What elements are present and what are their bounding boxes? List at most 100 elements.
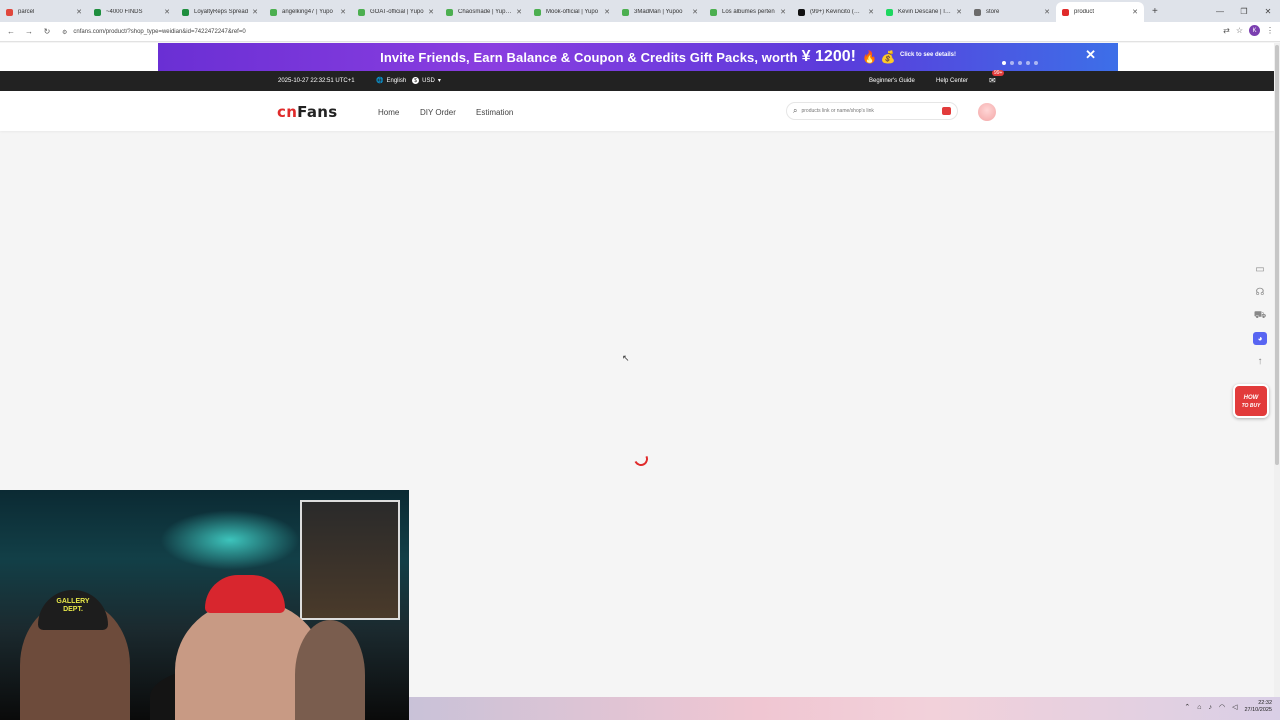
tab-close-icon[interactable]: ✕ — [1044, 8, 1050, 16]
nav-home[interactable]: Home — [378, 108, 399, 117]
banner-dot[interactable] — [1002, 61, 1006, 65]
site-header: cnFans Home DIY Order Estimation ⌕ — [0, 91, 1274, 131]
browser-tab[interactable]: ~4000 FINDS ✕ — [88, 2, 176, 22]
tab-favicon-icon — [798, 8, 805, 16]
tab-favicon-icon — [1062, 8, 1069, 16]
chevron-down-icon: ▾ — [437, 78, 441, 84]
nav-diy-order[interactable]: DIY Order — [420, 108, 456, 117]
site-info-icon[interactable]: ⚙ — [62, 29, 67, 36]
floating-toolbar: ▭ ☊ ⛟ ◕ ↑ — [1250, 263, 1270, 368]
banner-close-icon[interactable]: ✕ — [1085, 48, 1096, 61]
wifi-icon[interactable]: ◠ — [1219, 703, 1225, 711]
nav-estimation[interactable]: Estimation — [476, 108, 513, 117]
tab-close-icon[interactable]: ✕ — [76, 8, 82, 16]
browser-tab[interactable]: (99+) Kevincito (@ka ✕ — [792, 2, 880, 22]
restore-icon[interactable]: ❐ — [1232, 7, 1256, 16]
browser-menu-icon[interactable]: ⋮ — [1266, 26, 1274, 35]
reload-icon[interactable]: ↻ — [38, 27, 56, 36]
browser-tab[interactable]: store ✕ — [968, 2, 1056, 22]
page-scrollbar[interactable] — [1274, 43, 1280, 720]
language-currency-selector[interactable]: 🌐 English $ USD ▾ — [376, 77, 441, 84]
tablet-icon[interactable]: ▭ — [1253, 263, 1267, 276]
tray-clock[interactable]: 22:32 27/10/2025 — [1244, 700, 1272, 714]
room-window — [300, 500, 400, 620]
globe-icon: 🌐 — [376, 78, 384, 84]
browser-tab[interactable]: Los álbumes perten ✕ — [704, 2, 792, 22]
how-to-buy-button[interactable]: HOW TO BUY — [1233, 384, 1269, 418]
tab-title: product — [1074, 9, 1095, 15]
tab-title: LoyaltyReps Spread — [194, 9, 249, 15]
webcam-overlay: GALLERY DEPT. — [0, 490, 409, 720]
tab-title: (99+) Kevincito (@ka — [810, 9, 865, 15]
minimize-icon[interactable]: — — [1208, 7, 1232, 16]
cap-text-1: GALLERY — [56, 598, 90, 605]
tab-title: Los álbumes perten — [722, 9, 775, 15]
banner-cta[interactable]: Click to see details! — [900, 52, 956, 58]
tab-title: angelking47 | Yupo — [282, 9, 333, 15]
tab-close-icon[interactable]: ✕ — [780, 8, 786, 16]
network-icon[interactable]: ⌂ — [1197, 704, 1201, 711]
tab-close-icon[interactable]: ✕ — [868, 8, 874, 16]
browser-tab[interactable]: GOAT-official | Yupo ✕ — [352, 2, 440, 22]
help-center-link[interactable]: Help Center — [936, 78, 968, 84]
site-logo[interactable]: cnFans — [277, 103, 337, 121]
tray-date: 27/10/2025 — [1244, 707, 1272, 713]
discord-icon[interactable]: ◕ — [1253, 332, 1267, 345]
volume-icon[interactable]: ◁ — [1232, 703, 1237, 711]
tab-close-icon[interactable]: ✕ — [340, 8, 346, 16]
tab-title: Kevin Descane | Inst — [898, 9, 953, 15]
search-icon[interactable]: ⌕ — [793, 106, 797, 116]
tab-close-icon[interactable]: ✕ — [956, 8, 962, 16]
browser-tab[interactable]: 3MadMan | Yupoo ✕ — [616, 2, 704, 22]
user-avatar[interactable] — [978, 103, 996, 121]
mic-icon[interactable]: ♪ — [1208, 704, 1212, 711]
logo-main: Fans — [297, 103, 338, 121]
tab-close-icon[interactable]: ✕ — [164, 8, 170, 16]
banner-dot[interactable] — [1026, 61, 1030, 65]
tab-close-icon[interactable]: ✕ — [692, 8, 698, 16]
tab-close-icon[interactable]: ✕ — [516, 8, 522, 16]
browser-tab[interactable]: Mook-official | Yupo ✕ — [528, 2, 616, 22]
logo-accent: cn — [277, 103, 298, 121]
close-window-icon[interactable]: ✕ — [1256, 7, 1280, 16]
banner-row: Invite Friends, Earn Balance & Coupon & … — [0, 43, 1274, 71]
banner-dot[interactable] — [1034, 61, 1038, 65]
money-bag-icon: 💰 — [880, 50, 896, 64]
browser-tab[interactable]: LoyaltyReps Spread ✕ — [176, 2, 264, 22]
banner-dot[interactable] — [1018, 61, 1022, 65]
back-to-top-icon[interactable]: ↑ — [1253, 355, 1267, 368]
address-bar: ← → ↻ ⚙ cnfans.com/product/?shop_type=we… — [0, 22, 1280, 42]
howto-line-2: TO BUY — [1241, 403, 1261, 409]
tab-close-icon[interactable]: ✕ — [604, 8, 610, 16]
banner-dot[interactable] — [1010, 61, 1014, 65]
tab-favicon-icon — [886, 8, 893, 16]
tray-time: 22:32 — [1258, 700, 1272, 706]
currency-symbol: $ — [412, 77, 420, 84]
scrollbar-thumb[interactable] — [1275, 45, 1279, 465]
message-icon[interactable]: ✉ — [989, 76, 996, 85]
image-search-icon[interactable] — [942, 107, 951, 115]
search-input[interactable] — [801, 108, 932, 114]
browser-tab[interactable]: parcel ✕ — [0, 2, 88, 22]
browser-tab[interactable]: product ✕ — [1056, 2, 1144, 22]
tab-favicon-icon — [94, 8, 101, 16]
url-field[interactable]: ⚙ cnfans.com/product/?shop_type=weidian&… — [62, 25, 1192, 39]
tray-chevron-icon[interactable]: ⌃ — [1184, 703, 1190, 711]
back-icon[interactable]: ← — [2, 27, 20, 36]
beginners-guide-link[interactable]: Beginner's Guide — [869, 78, 915, 84]
bookmark-star-icon[interactable]: ☆ — [1236, 26, 1243, 35]
tab-close-icon[interactable]: ✕ — [252, 8, 258, 16]
translate-icon[interactable]: ⇄ — [1223, 26, 1230, 35]
browser-tab[interactable]: Kevin Descane | Inst ✕ — [880, 2, 968, 22]
new-tab-button[interactable]: + — [1152, 6, 1158, 17]
headset-icon[interactable]: ☊ — [1253, 286, 1267, 299]
browser-tab[interactable]: angelking47 | Yupo ✕ — [264, 2, 352, 22]
browser-tab[interactable]: Chaosmade | Yupoo ✕ — [440, 2, 528, 22]
promo-banner[interactable]: Invite Friends, Earn Balance & Coupon & … — [158, 43, 1118, 71]
cart-icon[interactable]: ⛟ — [1253, 309, 1267, 322]
tab-close-icon[interactable]: ✕ — [428, 8, 434, 16]
tab-favicon-icon — [534, 8, 541, 16]
profile-avatar[interactable]: K — [1249, 25, 1260, 36]
forward-icon[interactable]: → — [20, 27, 38, 36]
tab-close-icon[interactable]: ✕ — [1132, 8, 1138, 16]
